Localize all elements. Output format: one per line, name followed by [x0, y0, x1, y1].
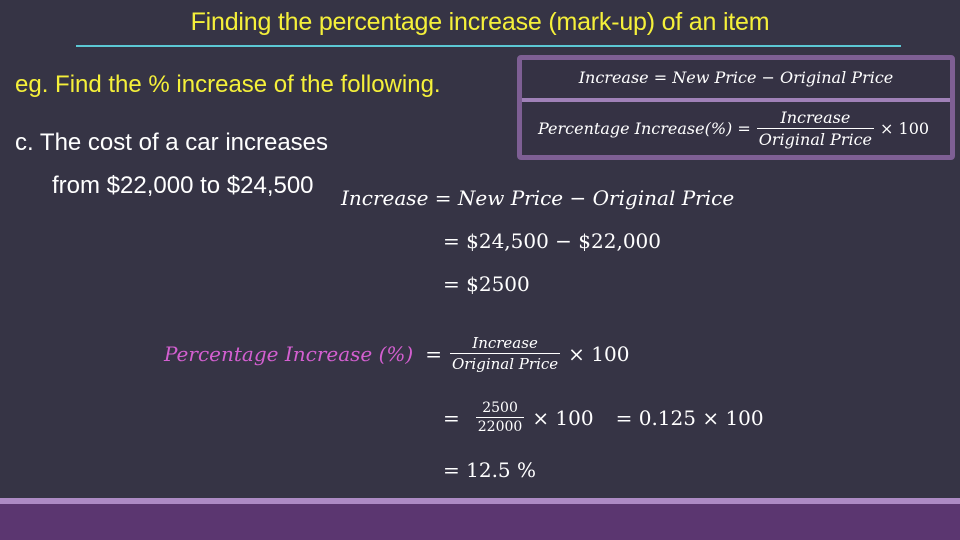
fraction-numerator: Increase	[472, 334, 538, 352]
title-underline	[76, 45, 901, 47]
equals-sign: =	[443, 405, 460, 430]
example-prompt: eg. Find the % increase of the following…	[15, 71, 441, 98]
fraction-numerator: Increase	[780, 108, 851, 127]
fraction-numerator: 2500	[482, 400, 518, 416]
question-line-1: c. The cost of a car increases	[15, 129, 329, 156]
multiplier: × 100	[880, 119, 930, 138]
percentage-increase-label: Percentage Increase (%)	[164, 341, 414, 366]
step5-fraction: 2500 22000	[475, 400, 525, 435]
working-step-4: Percentage Increase (%) = Increase Origi…	[164, 334, 629, 373]
fraction-denominator: 22000	[475, 417, 525, 435]
working-step-2: = $24,500 − $22,000	[443, 229, 661, 253]
multiplier: × 100	[532, 405, 594, 430]
percentage-formula-lhs: Percentage Increase(%) =	[538, 119, 751, 138]
footer-band	[0, 504, 960, 540]
increase-formula: Increase = New Price − Original Price	[578, 68, 894, 87]
working-step-1: Increase = New Price − Original Price	[341, 186, 735, 210]
question-line-2: from $22,000 to $24,500	[52, 172, 314, 199]
percentage-formula: Percentage Increase(%) = Increase Origin…	[538, 108, 929, 149]
working-step-6-answer: = 12.5 %	[443, 458, 537, 482]
step5-result: = 0.125 × 100	[615, 405, 764, 430]
slide-title: Finding the percentage increase (mark-up…	[190, 8, 770, 36]
multiplier: × 100	[568, 341, 630, 366]
fraction-denominator: Original Price	[449, 353, 561, 373]
equals-sign: =	[425, 341, 442, 366]
step4-fraction: Increase Original Price	[449, 334, 561, 373]
working-step-3: = $2500	[443, 272, 530, 296]
working-step-5: = 2500 22000 × 100 = 0.125 × 100	[443, 400, 764, 435]
formula-box: Increase = New Price − Original Price Pe…	[517, 55, 955, 160]
fraction-denominator: Original Price	[756, 128, 875, 149]
percentage-formula-fraction: Increase Original Price	[756, 108, 875, 149]
formula-divider	[522, 98, 950, 102]
